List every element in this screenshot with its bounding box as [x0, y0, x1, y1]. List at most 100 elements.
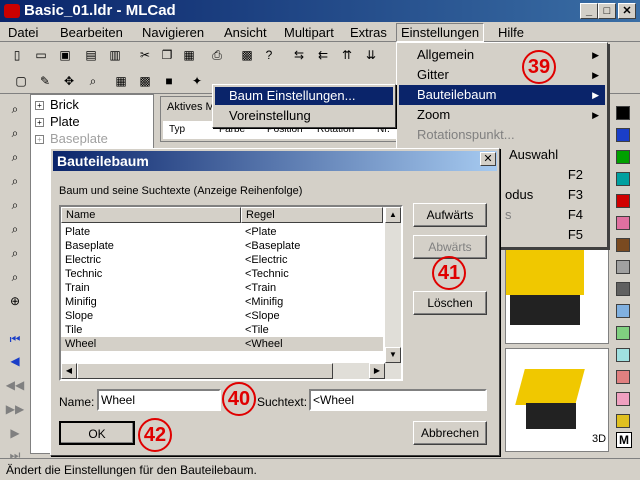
- list-row[interactable]: Train <Train: [61, 281, 383, 295]
- menu-item-voreinstellung[interactable]: Voreinstellung: [215, 107, 393, 125]
- color-swatch[interactable]: [616, 348, 630, 362]
- zoom-50-icon[interactable]: ⌕: [4, 218, 26, 240]
- zoom-25-icon[interactable]: ⌕: [4, 242, 26, 264]
- cut-icon[interactable]: ✂: [134, 44, 156, 66]
- grid-medium-icon[interactable]: ▩: [134, 70, 156, 92]
- expand-icon[interactable]: +: [35, 101, 44, 111]
- zoom-fit-icon[interactable]: ⌕: [4, 266, 26, 288]
- color-swatch[interactable]: [616, 260, 630, 274]
- menu-einstellungen[interactable]: Einstellungen: [396, 23, 485, 42]
- zoom-icon[interactable]: ⌕: [82, 70, 104, 92]
- save-all-icon[interactable]: ▤: [80, 44, 102, 66]
- menu-item-bauteilebaum[interactable]: Bauteilebaum ▶: [399, 85, 605, 105]
- list-row[interactable]: Technic <Technic: [61, 267, 383, 281]
- move-left-icon[interactable]: ⇇: [312, 44, 334, 66]
- scroll-right-icon[interactable]: ▶: [369, 363, 385, 379]
- color-swatch[interactable]: [616, 216, 630, 230]
- edit-icon[interactable]: ▢: [10, 70, 32, 92]
- color-swatch[interactable]: [616, 282, 630, 296]
- open-file-icon[interactable]: ▭: [30, 44, 52, 66]
- new-file-icon[interactable]: ▯: [6, 44, 28, 66]
- first-step-icon[interactable]: ⏮: [4, 328, 26, 350]
- scroll-thumb[interactable]: [77, 363, 333, 379]
- menu-ansicht[interactable]: Ansicht: [224, 25, 267, 40]
- tree-item-baseplate[interactable]: + Baseplate: [35, 131, 108, 146]
- rewind-icon[interactable]: ◀◀: [4, 374, 26, 396]
- menu-multipart[interactable]: Multipart: [284, 25, 334, 40]
- menu-item-rotationspunkt[interactable]: Rotationspunkt...: [399, 125, 605, 145]
- list-row[interactable]: Baseplate <Baseplate: [61, 239, 383, 253]
- minimize-button[interactable]: _: [580, 3, 598, 19]
- color-swatch[interactable]: [616, 392, 630, 406]
- scroll-left-icon[interactable]: ◀: [61, 363, 77, 379]
- draw-icon[interactable]: ✎: [34, 70, 56, 92]
- expand-icon[interactable]: +: [35, 118, 44, 128]
- horizontal-scrollbar[interactable]: ◀ ▶: [61, 363, 401, 379]
- color-swatch[interactable]: [616, 414, 630, 428]
- expand-icon[interactable]: +: [35, 135, 44, 145]
- list-row-selected[interactable]: Wheel <Wheel: [61, 337, 383, 351]
- up-button[interactable]: Aufwärts: [413, 203, 487, 227]
- menu-navigieren[interactable]: Navigieren: [142, 25, 204, 40]
- ok-button[interactable]: OK: [59, 421, 135, 445]
- grid-fine-icon[interactable]: ▦: [110, 70, 132, 92]
- maximize-button[interactable]: □: [598, 3, 616, 19]
- disk-icon[interactable]: ▥: [104, 44, 126, 66]
- color-swatch[interactable]: [616, 370, 630, 384]
- zoom-200-icon[interactable]: ⌕: [4, 122, 26, 144]
- zoom-75-icon[interactable]: ⌕: [4, 194, 26, 216]
- cancel-button[interactable]: Abbrechen: [413, 421, 487, 445]
- paste-icon[interactable]: ▦: [178, 44, 200, 66]
- print-icon[interactable]: ⎙: [206, 44, 228, 66]
- forward-icon[interactable]: ▶▶: [4, 398, 26, 420]
- menu-item-baum-einstellungen[interactable]: Baum Einstellungen...: [215, 87, 393, 105]
- more-colors-button[interactable]: M: [616, 432, 632, 448]
- properties-icon[interactable]: ▩: [236, 44, 258, 66]
- scroll-down-icon[interactable]: ▼: [385, 347, 401, 363]
- color-swatch[interactable]: [616, 194, 630, 208]
- pan-icon[interactable]: ✥: [58, 70, 80, 92]
- prev-step-icon[interactable]: ◀: [4, 350, 26, 372]
- menu-item-allgemein[interactable]: Allgemein ▶: [399, 45, 605, 65]
- tree-item-brick[interactable]: + Brick: [35, 97, 79, 112]
- delete-button[interactable]: Löschen: [413, 291, 487, 315]
- color-swatch[interactable]: [616, 150, 630, 164]
- wand-icon[interactable]: ✦: [186, 70, 208, 92]
- list-row[interactable]: Plate <Plate: [61, 225, 383, 239]
- color-swatch[interactable]: [616, 172, 630, 186]
- col-name-header[interactable]: Name: [61, 207, 241, 223]
- copy-icon[interactable]: ❐: [156, 44, 178, 66]
- tree-item-plate[interactable]: + Plate: [35, 114, 80, 129]
- color-swatch[interactable]: [616, 304, 630, 318]
- move-down-icon[interactable]: ⇊: [360, 44, 382, 66]
- close-button[interactable]: ✕: [618, 3, 636, 19]
- zoom-100-icon[interactable]: ⌕: [4, 170, 26, 192]
- name-field[interactable]: Wheel: [97, 389, 221, 411]
- col-typ[interactable]: Typ: [169, 124, 185, 135]
- menu-item-zoom[interactable]: Zoom ▶: [399, 105, 605, 125]
- color-swatch[interactable]: [616, 106, 630, 120]
- move-up-icon[interactable]: ⇈: [336, 44, 358, 66]
- color-swatch[interactable]: [616, 128, 630, 142]
- scroll-up-icon[interactable]: ▲: [385, 207, 401, 223]
- zoom-tool-icon[interactable]: ⊕: [4, 290, 26, 312]
- search-text-field[interactable]: <Wheel: [309, 389, 487, 411]
- zoom-150-icon[interactable]: ⌕: [4, 146, 26, 168]
- grid-coarse-icon[interactable]: ■: [158, 70, 180, 92]
- col-rule-header[interactable]: Regel: [241, 207, 383, 223]
- tree-rules-list[interactable]: Name Regel Plate <Plate Baseplate <Basepla…: [59, 205, 403, 381]
- menu-extras[interactable]: Extras: [350, 25, 387, 40]
- list-row[interactable]: Minifig <Minifig: [61, 295, 383, 309]
- next-step-icon[interactable]: ▶: [4, 422, 26, 444]
- list-row[interactable]: Electric <Electric: [61, 253, 383, 267]
- list-row[interactable]: Slope <Slope: [61, 309, 383, 323]
- color-swatch[interactable]: [616, 326, 630, 340]
- menu-hilfe[interactable]: Hilfe: [498, 25, 524, 40]
- menu-bearbeiten[interactable]: Bearbeiten: [60, 25, 123, 40]
- list-row[interactable]: Tile <Tile: [61, 323, 383, 337]
- move-icon[interactable]: ⇆: [288, 44, 310, 66]
- menu-item-gitter[interactable]: Gitter ▶: [399, 65, 605, 85]
- vertical-scrollbar[interactable]: ▲ ▼: [385, 207, 401, 363]
- color-swatch[interactable]: [616, 238, 630, 252]
- zoom-300-icon[interactable]: ⌕: [4, 98, 26, 120]
